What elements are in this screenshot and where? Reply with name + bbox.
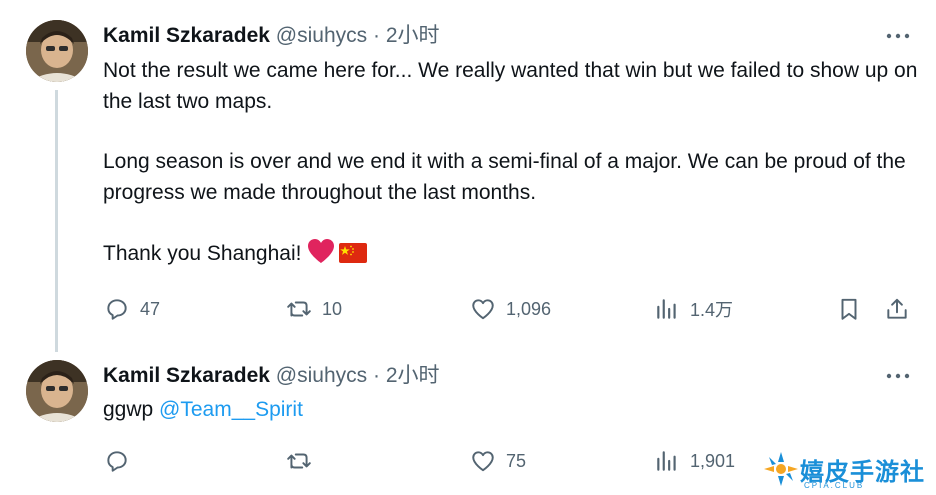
heart-icon (472, 451, 494, 472)
views-chart-icon (657, 299, 676, 319)
flag-china-icon (339, 242, 368, 273)
paragraph: Long season is over and we end it with a… (103, 150, 906, 204)
watermark-logo-icon (764, 452, 798, 486)
views-count: 1.4万 (690, 300, 734, 320)
like-button[interactable]: 75 (470, 441, 526, 481)
views-chart-icon (657, 451, 676, 471)
paragraph-last: Thank you Shanghai! (103, 238, 918, 274)
views-button[interactable]: 1,901 (654, 441, 735, 481)
tweet-body: ggwp (103, 398, 154, 421)
timestamp[interactable]: 2小时 (386, 364, 440, 387)
share-button[interactable] (884, 289, 910, 329)
more-options-button[interactable] (884, 24, 912, 48)
more-options-button[interactable] (884, 364, 912, 388)
retweet-icon (287, 453, 311, 469)
paragraph: Thank you Shanghai! (103, 242, 302, 265)
avatar[interactable] (26, 360, 88, 422)
mention-link[interactable]: @Team__Spirit (159, 398, 303, 421)
share-icon (887, 298, 907, 319)
author-handle[interactable]: @siuhycs (276, 364, 367, 387)
retweet-count: 10 (322, 298, 343, 319)
reply-icon (107, 299, 127, 320)
reply-button[interactable] (104, 441, 140, 481)
heart-icon (472, 299, 494, 320)
timestamp[interactable]: 2小时 (386, 24, 440, 47)
retweet-button[interactable]: 10 (286, 289, 342, 329)
tweet[interactable]: Kamil Szkaradek @siuhycs · 2小时 Not the r… (0, 0, 936, 352)
action-bar: 47 10 1,096 1.4万 (0, 289, 936, 329)
separator-dot: · (372, 24, 380, 47)
tweet-header: Kamil Szkaradek @siuhycs · 2小时 (103, 362, 440, 390)
avatar[interactable] (26, 20, 88, 82)
author-name[interactable]: Kamil Szkaradek (103, 24, 270, 47)
site-watermark: 嬉皮手游社 CPIA.CLUB (760, 448, 924, 492)
bookmark-button[interactable] (836, 289, 862, 329)
red-heart-icon (307, 238, 335, 274)
tweet-text: Not the result we came here for... We re… (103, 56, 918, 274)
views-button[interactable]: 1.4万 (654, 289, 733, 329)
reply-button[interactable]: 47 (104, 289, 160, 329)
tweet-text: ggwp @Team__Spirit (103, 395, 918, 426)
author-name[interactable]: Kamil Szkaradek (103, 364, 270, 387)
separator-dot: · (372, 364, 380, 387)
like-count: 75 (506, 450, 527, 471)
author-handle[interactable]: @siuhycs (276, 24, 367, 47)
reply-icon (107, 451, 127, 472)
views-count: 1,901 (690, 450, 736, 471)
reply-count: 47 (140, 298, 161, 319)
paragraph: Not the result we came here for... We re… (103, 59, 918, 113)
retweet-icon (287, 301, 311, 317)
like-button[interactable]: 1,096 (470, 289, 551, 329)
tweet-header: Kamil Szkaradek @siuhycs · 2小时 (103, 22, 440, 50)
more-icon (886, 373, 910, 379)
like-count: 1,096 (506, 298, 552, 319)
more-icon (886, 33, 910, 39)
bookmark-icon (841, 298, 857, 320)
retweet-button[interactable] (286, 441, 322, 481)
watermark-subtext: CPIA.CLUB (804, 481, 865, 490)
